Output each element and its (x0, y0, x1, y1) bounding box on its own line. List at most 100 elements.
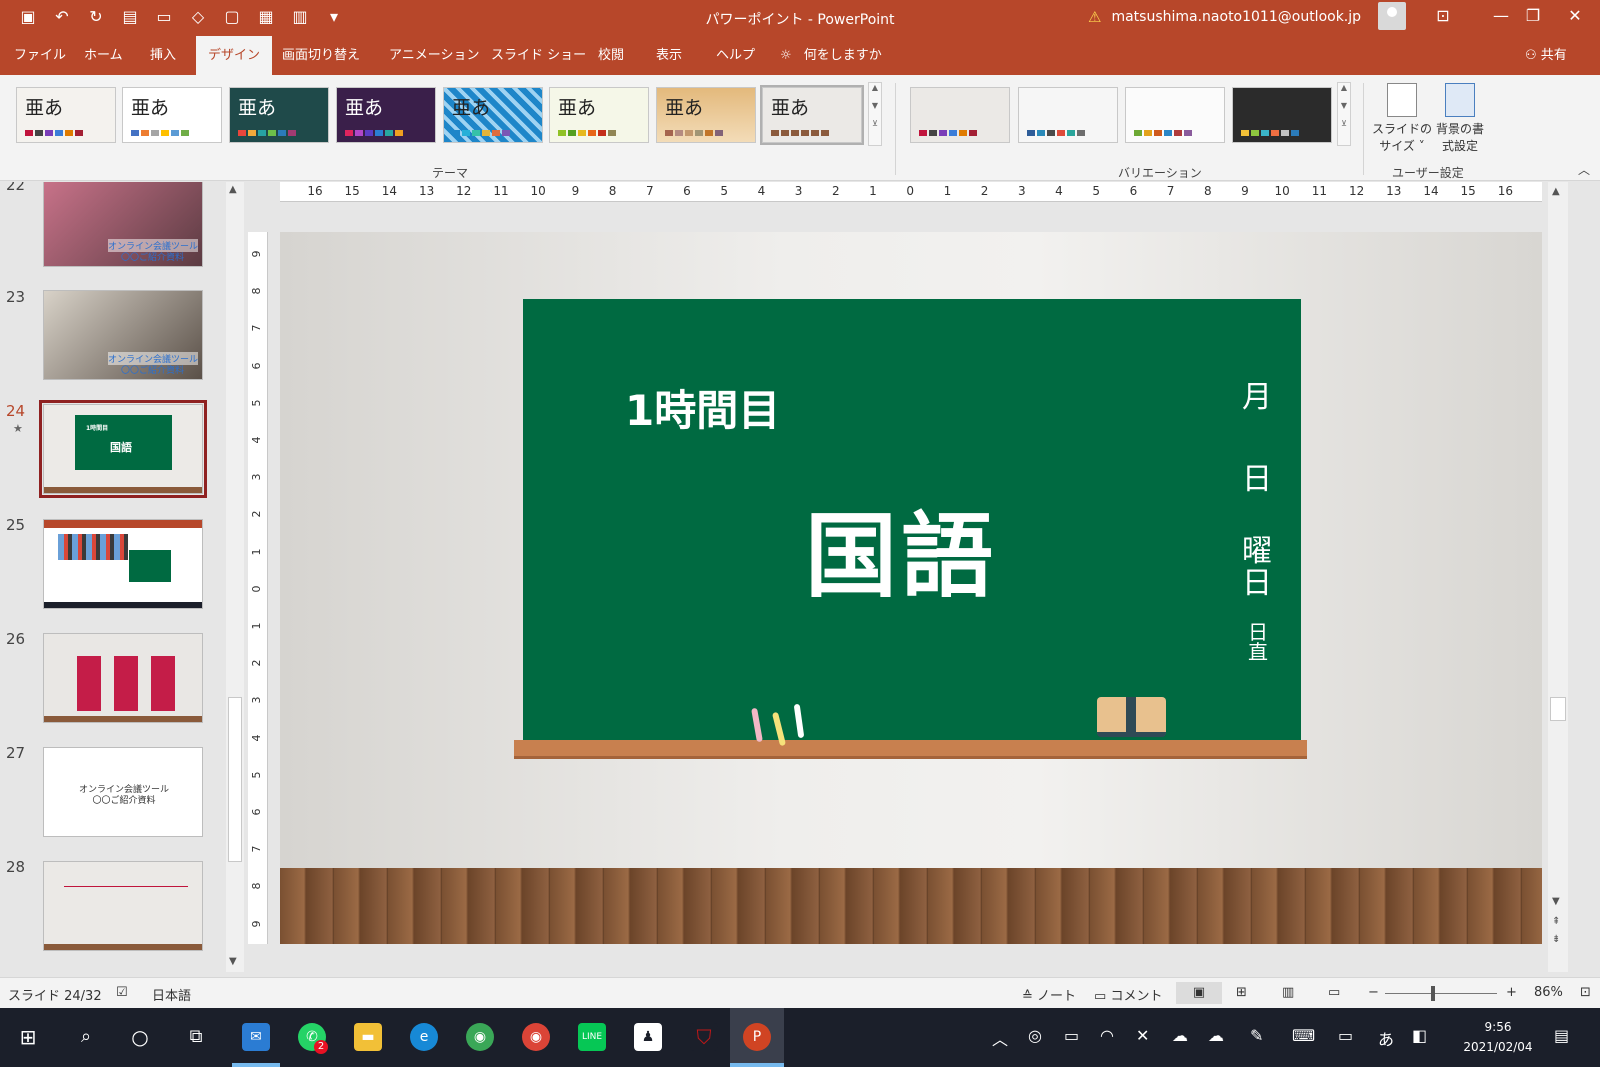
themes-gallery-scroll[interactable]: ▲ ▼ ⊻ (868, 82, 882, 146)
subject-text[interactable]: 国語 (805, 482, 997, 615)
next-slide-icon[interactable]: ⇟ (1552, 934, 1560, 945)
period-text[interactable]: 1時間目 (625, 377, 780, 438)
close-icon[interactable]: ✕ (1560, 6, 1590, 25)
day-text[interactable]: 日 (1242, 454, 1272, 498)
edge-icon[interactable]: e (410, 1023, 438, 1051)
ime-icon[interactable]: ◧ (1412, 1026, 1427, 1045)
tab-animations[interactable]: アニメーション (377, 36, 491, 75)
notes-button[interactable]: ≙ ノート (1022, 985, 1076, 1004)
variation-2[interactable] (1018, 87, 1118, 143)
tab-insert[interactable]: 挿入 (138, 36, 188, 75)
onedrive-personal-icon[interactable]: ☁ (1208, 1026, 1224, 1045)
previous-slide-icon[interactable]: ⇞ (1552, 916, 1560, 927)
slide-panel-scrollbar[interactable]: ▲ ▼ (226, 182, 244, 972)
theme-green-leaf[interactable]: 亜あ (549, 87, 649, 143)
clock[interactable]: 9:56 2021/02/04 (1458, 1017, 1538, 1057)
tray-overflow-icon[interactable]: ︿ (992, 1026, 1008, 1050)
theme-office-2[interactable]: 亜あ (122, 87, 222, 143)
slide-thumb-23[interactable]: オンライン会議ツール 〇〇ご紹介資料 (43, 290, 203, 380)
share-button[interactable]: ⚇ 共有 (1525, 36, 1567, 75)
theme-pattern[interactable]: 亜あ (443, 87, 543, 143)
editor-scroll-thumb[interactable] (1550, 697, 1566, 721)
mail-icon[interactable]: ✉ (242, 1023, 270, 1051)
theme-purple[interactable]: 亜あ (336, 87, 436, 143)
keyboard-icon[interactable]: ⌨ (1292, 1026, 1315, 1045)
account-area[interactable]: ⚠ matsushima.naoto1011@outlook.jp (1088, 8, 1361, 26)
fit-slide-icon[interactable]: ⊡ (1580, 985, 1591, 1000)
theme-office[interactable]: 亜あ (16, 87, 116, 143)
meet-now-icon[interactable]: ◎ (1028, 1026, 1042, 1045)
slide-panel-scroll-thumb[interactable] (228, 697, 242, 862)
zoom-out-icon[interactable]: − (1368, 985, 1379, 1000)
scroll-down-icon[interactable]: ▼ (229, 956, 237, 967)
tell-me-search[interactable]: ☼ 何をしますか (780, 36, 882, 75)
editor-scrollbar[interactable]: ▲ ▼ ⇞ ⇟ (1548, 182, 1568, 972)
variations-gallery-scroll[interactable]: ▲ ▼ ⊻ (1337, 82, 1351, 146)
slide-sorter-icon[interactable]: ⊞ (1236, 985, 1247, 1000)
mcafee-icon[interactable]: ⛉ (690, 1023, 718, 1051)
slide-thumb-24[interactable]: 1時間目 国語 (39, 400, 207, 498)
tab-review[interactable]: 校閲 (586, 36, 636, 75)
slide-thumb-27[interactable]: オンライン会議ツール 〇〇ご紹介資料 (43, 747, 203, 837)
horizontal-ruler[interactable]: 16 15 14 13 12 11 10 9 8 7 6 5 4 3 2 1 0 1 2 3 4 5 6 7 8 9 10 11 12 1… (280, 182, 1542, 202)
weekday-text-b[interactable]: 日 (1242, 558, 1272, 602)
slide-canvas[interactable]: 1時間目 国語 月 日 曜 日 日 直 (280, 232, 1542, 944)
display-icon[interactable]: ▭ (1338, 1026, 1353, 1045)
line-icon[interactable]: LINE (578, 1023, 606, 1051)
chrome-icon[interactable]: ◉ (466, 1023, 494, 1051)
slide-thumb-22[interactable]: オンライン会議ツール 〇〇ご紹介資料 (43, 182, 203, 267)
wifi-icon[interactable]: ◠ (1100, 1026, 1114, 1045)
cortana-icon[interactable]: ○ (126, 1023, 154, 1051)
pen-icon[interactable]: ✎ (1250, 1026, 1263, 1045)
variation-3[interactable] (1125, 87, 1225, 143)
powerpoint-icon[interactable]: P (743, 1023, 771, 1051)
slide-size-button[interactable]: スライドの サイズ ˅ (1372, 83, 1432, 155)
slide-thumb-26[interactable] (43, 633, 203, 723)
duty-text-b[interactable]: 直 (1248, 636, 1268, 665)
scroll-up-icon[interactable]: ▲ (229, 184, 237, 195)
chrome-profile-icon[interactable]: ◉ (522, 1023, 550, 1051)
tab-help[interactable]: ヘルプ (704, 36, 767, 75)
month-text[interactable]: 月 (1242, 372, 1272, 416)
spellcheck-icon[interactable]: ☑ (116, 985, 128, 1000)
variation-1[interactable] (910, 87, 1010, 143)
tab-design[interactable]: デザイン (196, 36, 273, 75)
scroll-up-icon[interactable]: ▲ (1552, 186, 1560, 197)
scroll-down-icon[interactable]: ▼ (1552, 896, 1560, 907)
variation-4[interactable] (1232, 87, 1332, 143)
tab-home[interactable]: ホーム (72, 36, 135, 75)
theme-current[interactable]: 亜あ (760, 85, 864, 145)
restore-icon[interactable]: ❐ (1518, 6, 1548, 25)
volume-muted-icon[interactable]: ✕ (1136, 1026, 1149, 1045)
theme-teal[interactable]: 亜あ (229, 87, 329, 143)
format-background-button[interactable]: 背景の書 式設定 (1430, 83, 1490, 155)
ime-mode[interactable]: あ (1378, 1026, 1394, 1050)
zoom-slider-thumb[interactable] (1431, 986, 1436, 1001)
slide-thumb-25[interactable] (43, 519, 203, 609)
comments-button[interactable]: ▭ コメント (1094, 985, 1162, 1004)
theme-wood[interactable]: 亜あ (656, 87, 756, 143)
search-icon[interactable]: ⌕ (72, 1023, 100, 1051)
zoom-slider[interactable] (1385, 993, 1497, 994)
notifications-icon[interactable]: ▤ (1554, 1026, 1569, 1045)
collapse-ribbon-icon[interactable]: ︿ (1578, 161, 1590, 178)
tab-file[interactable]: ファイル (2, 36, 78, 75)
battery-icon[interactable]: ▭ (1064, 1026, 1079, 1045)
file-explorer-icon[interactable]: ▬ (354, 1023, 382, 1051)
task-view-icon[interactable]: ⧉ (182, 1023, 210, 1051)
language-label[interactable]: 日本語 (152, 985, 191, 1004)
tab-slideshow[interactable]: スライド ショー (479, 36, 598, 75)
tab-view[interactable]: 表示 (644, 36, 694, 75)
windows-start-icon[interactable]: ⊞ (14, 1023, 42, 1051)
zoom-level[interactable]: 86% (1534, 985, 1563, 1000)
kindle-icon[interactable]: ♟ (634, 1023, 662, 1051)
minimize-icon[interactable]: — (1486, 6, 1516, 25)
ribbon-display-icon[interactable]: ⊡ (1428, 6, 1458, 25)
tab-transitions[interactable]: 画面切り替え (270, 36, 372, 75)
vertical-ruler[interactable]: 9 8 7 6 5 4 3 2 1 0 1 2 3 4 5 6 7 8 9 (248, 232, 268, 944)
normal-view-icon[interactable]: ▣ (1176, 982, 1222, 1004)
avatar[interactable] (1378, 2, 1406, 30)
onedrive-icon[interactable]: ☁ (1172, 1026, 1188, 1045)
zoom-in-icon[interactable]: + (1506, 985, 1517, 1000)
slide-thumb-28[interactable] (43, 861, 203, 951)
